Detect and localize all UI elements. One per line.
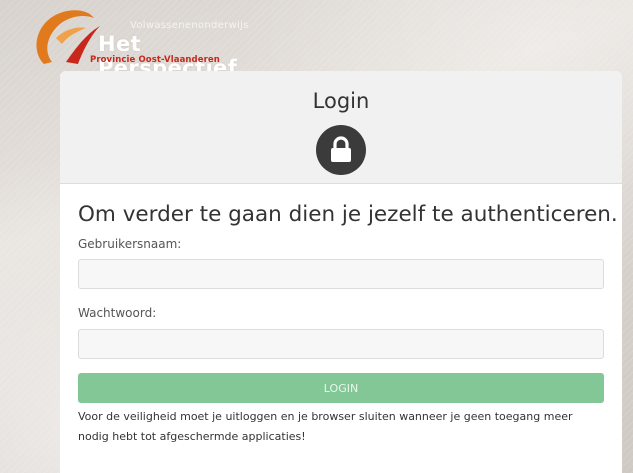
login-card: Login Om verder te gaan dien je jezelf t…: [60, 71, 622, 473]
security-notice: Voor de veiligheid moet je uitloggen en …: [78, 410, 573, 443]
login-card-header: Login: [60, 71, 622, 184]
brand-region: Provincie Oost-Vlaanderen: [90, 55, 220, 65]
password-input[interactable]: [78, 329, 604, 359]
password-label: Wachtwoord:: [78, 306, 157, 320]
username-label: Gebruikersnaam:: [78, 237, 182, 251]
username-input[interactable]: [78, 259, 604, 289]
auth-heading: Om verder te gaan dien je jezelf te auth…: [78, 202, 618, 227]
lock-badge: [316, 125, 366, 175]
page-title: Login: [312, 89, 370, 113]
login-button[interactable]: LOGIN: [78, 373, 604, 403]
brand-logo: Volwassenenonderwijs Het Perspectief Pro…: [26, 4, 266, 80]
lock-icon: [331, 136, 351, 162]
brand-tagline: Volwassenenonderwijs: [130, 20, 249, 31]
